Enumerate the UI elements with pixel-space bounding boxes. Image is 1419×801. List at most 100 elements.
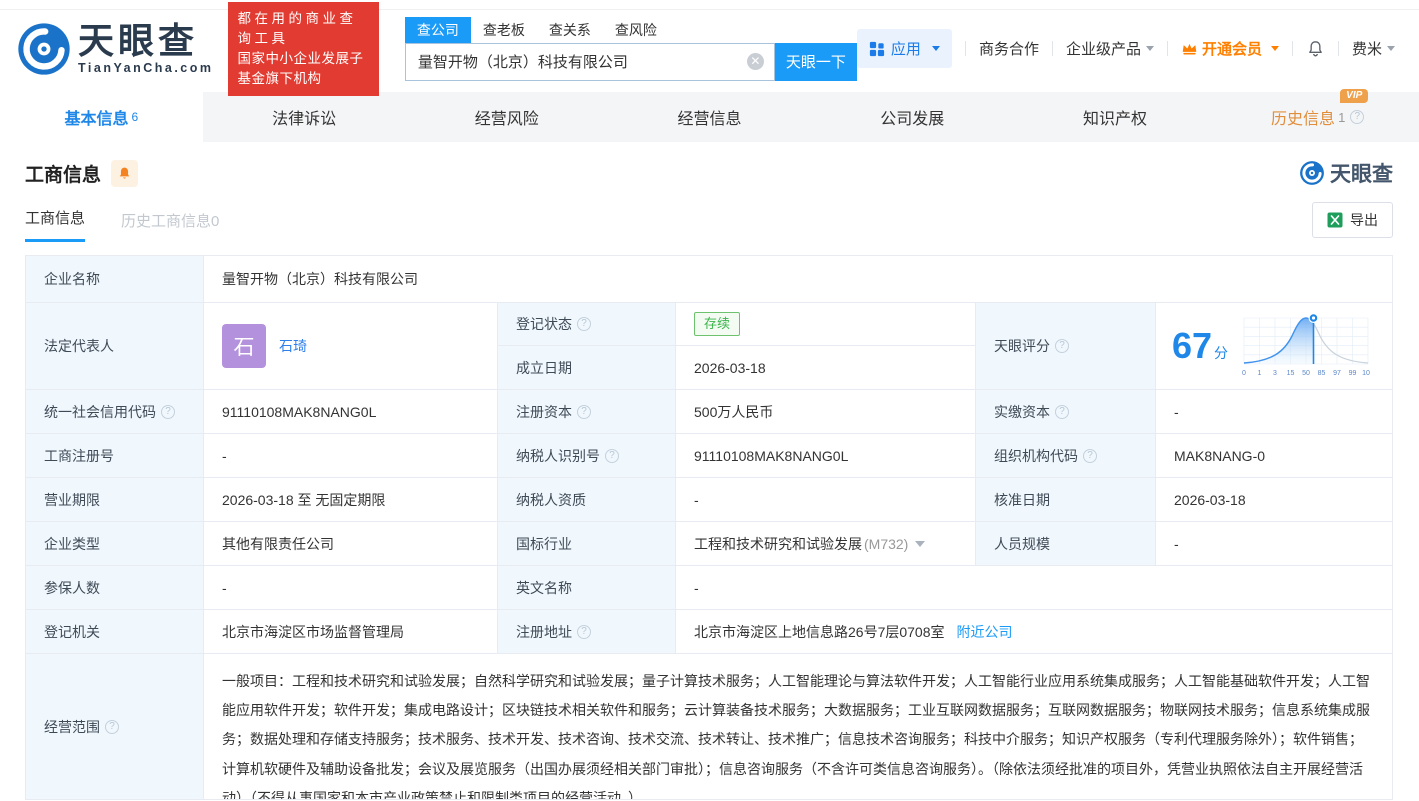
field-label-company-name: 企业名称 [26,256,204,303]
apps-grid-icon [869,41,885,56]
divider [1337,41,1339,56]
tab-count: 6 [131,110,139,124]
divider [1051,41,1053,56]
field-label-registration-authority: 登记机关 [26,610,204,654]
svg-text:85: 85 [1318,370,1326,377]
search-button[interactable]: 天眼一下 [774,42,857,81]
subtab-history-business-info[interactable]: 历史工商信息0 [121,210,219,242]
field-label-organization-code: 组织机构代码? [976,434,1156,478]
field-label-company-type: 企业类型 [26,522,204,566]
field-value-registered-address: 北京市海淀区上地信息路26号7层0708室 附近公司 [676,610,1393,654]
nav-open-vip[interactable]: 开通会员 [1181,38,1279,59]
nav-enterprise-products[interactable]: 企业级产品 [1066,38,1154,59]
svg-text:0: 0 [1242,370,1246,377]
legal-rep-avatar[interactable]: 石 [222,324,266,368]
help-icon[interactable]: ? [161,404,175,419]
help-icon[interactable]: ? [577,317,591,331]
help-icon[interactable]: ? [577,404,591,419]
field-label-taxpayer-id: 纳税人识别号? [498,434,676,478]
field-label-english-name: 英文名称 [498,566,676,610]
apps-menu-button[interactable]: 应用 [856,29,952,68]
divider [964,41,966,56]
tab-legal-litigation[interactable]: 法律诉讼 [203,92,406,142]
excel-icon [1327,212,1343,228]
notifications-bell-icon[interactable] [1306,39,1325,58]
nearby-companies-link[interactable]: 附近公司 [957,622,1013,642]
clear-search-icon[interactable]: ✕ [746,53,764,70]
divider [1291,41,1293,56]
search-tab-risk[interactable]: 查风险 [603,17,669,43]
top-divider [0,0,1419,10]
field-value-english-name: - [676,566,1393,610]
promo-banner: 都在用的商业查询工具 国家中小企业发展子基金旗下机构 [227,1,379,96]
score-distribution-chart: 0 1 3 15 50 85 97 99 100 [1242,312,1370,377]
help-icon[interactable]: ? [577,624,591,639]
tianyancha-watermark-icon [1300,161,1324,185]
field-value-taxpayer-id: 91110108MAK8NANG0L [676,434,976,478]
field-label-credit-code: 统一社会信用代码? [26,390,204,434]
search-tab-relation[interactable]: 查关系 [537,17,603,43]
score-unit: 分 [1214,345,1229,361]
field-label-registered-address: 注册地址? [498,610,676,654]
crown-icon [1182,43,1197,55]
field-value-company-type: 其他有限责任公司 [204,522,498,566]
field-value-paid-capital: - [1156,390,1393,434]
field-value-insured-count: - [204,566,498,610]
svg-text:3: 3 [1273,370,1277,377]
tab-basic-info[interactable]: 基本信息 6 [0,92,203,142]
tianyancha-logo-icon [18,22,70,75]
field-label-establish-date: 成立日期 [498,346,676,390]
promo-line-1: 都在用的商业查询工具 [237,10,357,46]
site-header: 天眼查 TianYanCha.com 都在用的商业查询工具 国家中小企业发展子基… [0,1,1419,96]
tab-history-info[interactable]: VIP 历史信息 1 ? [1216,89,1419,142]
svg-text:97: 97 [1333,370,1341,377]
nav-cooperation[interactable]: 商务合作 [979,38,1039,59]
help-icon[interactable]: ? [1055,339,1069,353]
score-number: 67 [1172,325,1213,366]
field-value-credit-code: 91110108MAK8NANG0L [204,390,498,434]
tab-intellectual-property[interactable]: 知识产权 [1014,92,1217,142]
field-value-registration-authority: 北京市海淀区市场监督管理局 [204,610,498,654]
svg-text:99: 99 [1349,370,1357,377]
search-tab-boss[interactable]: 查老板 [471,17,537,43]
tab-company-development[interactable]: 公司发展 [811,92,1014,142]
chevron-down-icon [1145,46,1154,51]
search-tab-company[interactable]: 查公司 [404,16,471,43]
field-label-registered-capital: 注册资本? [498,390,676,434]
svg-text:100: 100 [1362,370,1370,377]
username: 费米 [1351,41,1382,58]
field-value-tianyan-score[interactable]: 67 分 0 1 3 15 50 85 97 99 10 [1156,303,1393,390]
industry-code: (M732) [864,535,909,552]
field-value-staff-size: - [1156,522,1393,566]
help-icon[interactable]: ? [1055,404,1069,419]
nav-user-menu[interactable]: 费米 [1352,38,1395,59]
tab-operation-info[interactable]: 经营信息 [608,92,811,142]
field-label-tianyan-score: 天眼评分? [976,303,1156,390]
chevron-down-icon[interactable] [915,540,926,547]
help-icon[interactable]: ? [105,719,119,734]
svg-text:1: 1 [1258,370,1262,377]
field-value-approval-date: 2026-03-18 [1156,478,1393,522]
field-label-taxpayer-quality: 纳税人资质 [498,478,676,522]
logo-title: 天眼查 [78,20,199,61]
tianyancha-logo[interactable]: 天眼查 TianYanCha.com [16,21,214,77]
field-label-paid-capital: 实缴资本? [976,390,1156,434]
status-badge: 存续 [694,312,741,336]
promo-line-2: 国家中小企业发展子基金旗下机构 [237,50,364,86]
help-icon[interactable]: ? [1350,110,1365,124]
help-icon[interactable]: ? [1083,448,1097,463]
field-value-registered-capital: 500万人民币 [676,390,976,434]
field-value-industry[interactable]: 工程和技术研究和试验发展 (M732) [676,522,976,566]
help-icon[interactable]: ? [605,448,619,463]
search-input[interactable] [405,43,774,80]
export-button[interactable]: 导出 [1312,202,1393,238]
monitor-bell-button[interactable] [111,159,139,187]
business-info-table: 企业名称 量智开物（北京）科技有限公司 法定代表人 石 石琦 登记状态? 存续 … [25,255,1393,800]
legal-rep-name-link[interactable]: 石琦 [279,336,307,356]
vip-badge: VIP [1340,89,1369,103]
bell-icon [119,167,130,179]
subtab-business-info[interactable]: 工商信息 [25,207,86,242]
logo-domain: TianYanCha.com [78,61,214,75]
tab-operation-risk[interactable]: 经营风险 [405,92,608,142]
divider [1166,41,1168,56]
